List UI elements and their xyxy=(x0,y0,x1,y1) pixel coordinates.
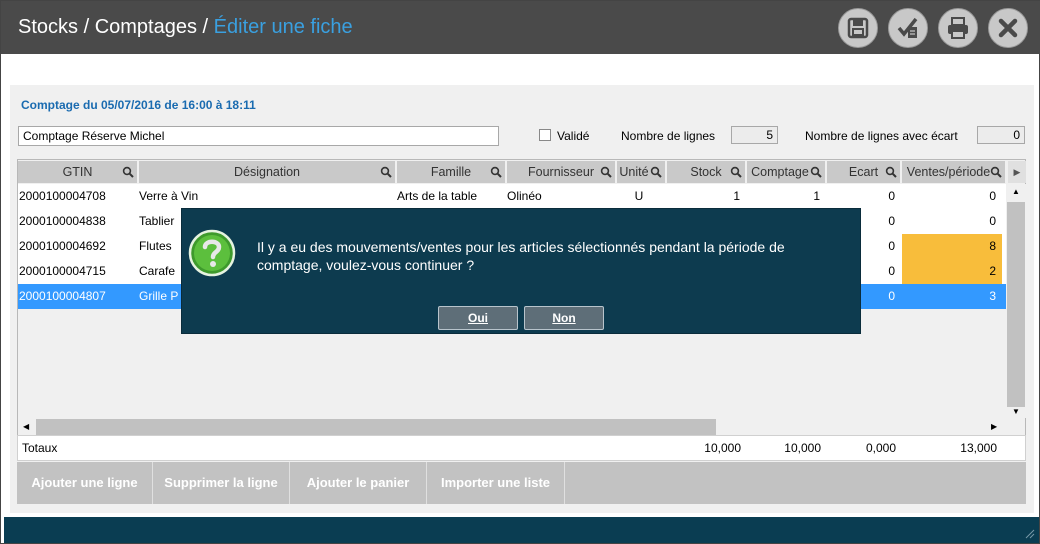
cell-gtin: 2000100004838 xyxy=(19,214,106,228)
col-header-unite[interactable]: Unité xyxy=(617,161,666,183)
cell-gtin: 2000100004715 xyxy=(19,264,106,278)
lines-count-label: Nombre de lignes xyxy=(621,129,716,143)
total-ventes: 13,000 xyxy=(960,441,997,455)
diff-lines-field: 0 xyxy=(977,126,1025,144)
scroll-down-icon[interactable]: ▼ xyxy=(1012,407,1020,416)
col-header-label: Comptage xyxy=(751,165,809,179)
breadcrumb-comptages[interactable]: Comptages xyxy=(95,16,197,38)
vertical-scrollbar[interactable]: ▲ ▼ xyxy=(1006,184,1026,418)
col-header-ecart[interactable]: Ecart xyxy=(827,161,901,183)
col-header-label: Fournisseur xyxy=(528,165,594,179)
cell-designation: Verre à Vin xyxy=(139,189,199,203)
cell-gtin: 2000100004807 xyxy=(19,289,106,303)
cell-gtin: 2000100004692 xyxy=(19,239,106,253)
total-stock: 10,000 xyxy=(704,441,741,455)
vertical-scroll-thumb[interactable] xyxy=(1007,202,1025,407)
cell-stock: 1 xyxy=(733,189,740,203)
breadcrumb-separator: / xyxy=(196,16,214,38)
col-header-label: GTIN xyxy=(62,165,93,179)
cell-ecart: 0 xyxy=(888,189,895,203)
no-button[interactable]: Non xyxy=(524,306,604,330)
search-icon[interactable] xyxy=(650,166,662,178)
cell-ventes: 0 xyxy=(989,189,996,203)
col-header-fournisseur[interactable]: Fournisseur xyxy=(507,161,616,183)
diff-lines-label: Nombre de lignes avec écart xyxy=(805,129,958,143)
validate-button[interactable] xyxy=(888,8,928,48)
actions-bar: Ajouter une ligne Supprimer la ligne Ajo… xyxy=(17,462,1026,504)
validated-checkbox[interactable] xyxy=(539,129,551,141)
search-icon[interactable] xyxy=(990,166,1002,178)
totals-label: Totaux xyxy=(22,441,58,455)
scroll-right-icon[interactable]: ▶ xyxy=(991,422,997,431)
total-ecart: 0,000 xyxy=(865,441,896,455)
table-row[interactable]: 2000100004708 Verre à Vin Arts de la tab… xyxy=(18,184,1008,209)
col-header-comptage[interactable]: Comptage xyxy=(747,161,826,183)
resize-grip-icon[interactable] xyxy=(1025,529,1035,539)
cell-ventes: 2 xyxy=(902,259,1002,284)
confirm-dialog: Il y a eu des mouvements/ventes pour les… xyxy=(181,208,861,334)
col-header-label: Stock xyxy=(690,165,722,179)
search-icon[interactable] xyxy=(490,166,502,178)
col-header-label: Famille xyxy=(430,165,472,179)
search-icon[interactable] xyxy=(885,166,897,178)
col-header-ventes[interactable]: Ventes/période xyxy=(902,161,1006,183)
question-icon xyxy=(188,229,236,277)
totals-row: Totaux 10,000 10,000 0,000 13,000 xyxy=(17,435,1026,461)
col-header-label: Désignation xyxy=(233,165,300,179)
validate-icon xyxy=(897,17,918,38)
save-icon xyxy=(847,17,869,39)
chevron-right-icon: ▶ xyxy=(1013,166,1021,177)
delete-line-button[interactable]: Supprimer la ligne xyxy=(153,462,290,504)
search-icon[interactable] xyxy=(810,166,822,178)
cell-fournisseur: Olinéo xyxy=(507,189,542,203)
col-header-gtin[interactable]: GTIN xyxy=(18,161,138,183)
search-icon[interactable] xyxy=(600,166,612,178)
print-icon xyxy=(948,17,968,39)
cell-famille: Arts de la table xyxy=(397,189,478,203)
counting-name-input[interactable] xyxy=(18,126,499,146)
col-header-famille[interactable]: Famille xyxy=(397,161,506,183)
title-bar: Stocks / Comptages / Éditer une fiche xyxy=(1,1,1040,54)
scroll-up-icon[interactable]: ▲ xyxy=(1012,187,1020,196)
col-header-stock[interactable]: Stock xyxy=(667,161,746,183)
search-icon[interactable] xyxy=(730,166,742,178)
cell-ventes: 8 xyxy=(902,234,1002,259)
add-basket-button[interactable]: Ajouter le panier xyxy=(290,462,427,504)
table-header: GTIN Désignation Famille Fournisseur Uni… xyxy=(18,160,1027,184)
lines-count-field: 5 xyxy=(731,126,778,144)
scroll-left-icon[interactable]: ◀ xyxy=(23,422,29,431)
breadcrumb-separator: / xyxy=(78,16,95,38)
close-icon xyxy=(998,18,1018,38)
breadcrumb-current: Éditer une fiche xyxy=(213,16,353,38)
yes-button[interactable]: Oui xyxy=(438,306,518,330)
add-line-button[interactable]: Ajouter une ligne xyxy=(17,462,153,504)
col-header-designation[interactable]: Désignation xyxy=(139,161,396,183)
breadcrumb-stocks[interactable]: Stocks xyxy=(18,16,78,38)
save-button[interactable] xyxy=(838,8,878,48)
col-header-label: Unité xyxy=(619,165,649,179)
cell-ventes: 0 xyxy=(989,214,996,228)
horizontal-scroll-thumb[interactable] xyxy=(36,419,716,435)
total-comptage: 10,000 xyxy=(784,441,821,455)
col-header-label: Ventes/période xyxy=(906,165,991,179)
scroll-columns-right-button[interactable]: ▶ xyxy=(1008,161,1026,183)
search-icon[interactable] xyxy=(380,166,392,178)
import-list-button[interactable]: Importer une liste xyxy=(427,462,565,504)
print-button[interactable] xyxy=(938,8,978,48)
status-bar xyxy=(4,517,1039,543)
col-header-label: Ecart xyxy=(848,165,879,179)
horizontal-scrollbar[interactable]: ◀ ▶ xyxy=(18,418,1006,436)
search-icon[interactable] xyxy=(122,166,134,178)
validated-label: Validé xyxy=(557,129,590,143)
cell-unite: U xyxy=(634,189,644,203)
cell-comptage: 1 xyxy=(813,189,820,203)
cell-ventes: 3 xyxy=(989,289,996,303)
app-window: Stocks / Comptages / Éditer une fiche Co… xyxy=(0,0,1040,544)
cell-gtin: 2000100004708 xyxy=(19,189,106,203)
dialog-message: Il y a eu des mouvements/ventes pour les… xyxy=(257,239,785,273)
breadcrumb: Stocks / Comptages / Éditer une fiche xyxy=(18,16,353,39)
counting-heading: Comptage du 05/07/2016 de 16:00 à 18:11 xyxy=(21,98,256,112)
close-button[interactable] xyxy=(988,8,1028,48)
